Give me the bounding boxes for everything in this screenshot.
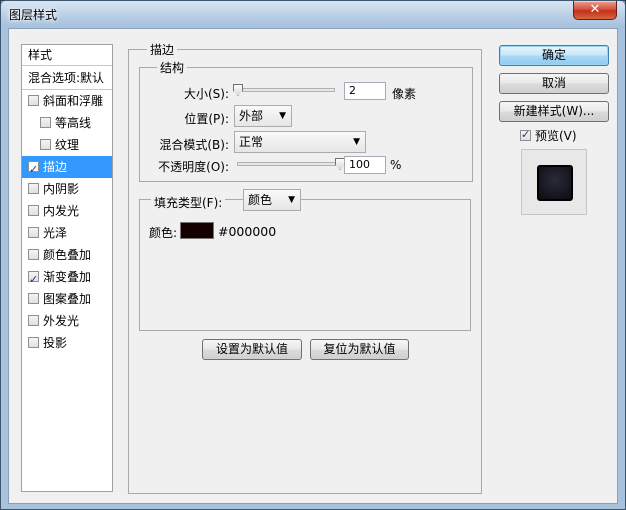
style-item-label: 内发光 [43, 204, 80, 218]
new-style-button[interactable]: 新建样式(W)... [499, 101, 609, 122]
checkbox-icon[interactable] [40, 117, 51, 128]
color-label: 颜色: [149, 226, 178, 240]
style-item-label: 渐变叠加 [43, 270, 92, 284]
chevron-down-icon: ▼ [353, 137, 360, 147]
close-icon: ✕ [589, 2, 601, 17]
fill-type-select[interactable]: 颜色 ▼ [243, 189, 301, 211]
style-item[interactable]: 图案叠加 [22, 288, 112, 310]
size-slider-track[interactable] [237, 88, 335, 92]
style-item[interactable]: 描边 [22, 156, 112, 181]
checkbox-icon[interactable] [28, 269, 39, 291]
preview-label: 预览(V) [535, 129, 577, 143]
blend-mode-label: 混合模式(B): [159, 138, 229, 152]
fill-type-label: 填充类型(F): [151, 194, 226, 211]
checkbox-icon[interactable] [40, 139, 51, 150]
style-item[interactable]: 纹理 [22, 134, 112, 156]
style-item[interactable]: 光泽 [22, 222, 112, 244]
style-item[interactable]: 颜色叠加 [22, 244, 112, 266]
style-item-label: 颜色叠加 [43, 248, 92, 262]
checkbox-icon[interactable] [28, 205, 39, 216]
cancel-button[interactable]: 取消 [499, 73, 609, 94]
checkbox-icon[interactable] [28, 249, 39, 260]
style-item[interactable]: 投影 [22, 332, 112, 354]
position-label: 位置(P): [184, 112, 229, 126]
checkbox-icon[interactable] [520, 128, 531, 141]
layer-style-dialog: 图层样式 ✕ 样式 混合选项:默认 斜面和浮雕等高线纹理描边内阴影内发光光泽颜色… [0, 0, 626, 510]
checkbox-icon[interactable] [28, 227, 39, 238]
position-value: 外部 [239, 109, 264, 123]
opacity-slider-track[interactable] [237, 162, 339, 166]
style-item[interactable]: 等高线 [22, 112, 112, 134]
preview-thumbnail [537, 165, 573, 201]
styles-list: 样式 混合选项:默认 斜面和浮雕等高线纹理描边内阴影内发光光泽颜色叠加渐变叠加图… [21, 44, 113, 492]
title-bar[interactable]: 图层样式 ✕ [1, 1, 625, 27]
blend-mode-select[interactable]: 正常 ▼ [234, 131, 366, 153]
style-item-label: 图案叠加 [43, 292, 92, 306]
checkbox-icon[interactable] [28, 95, 39, 106]
reset-default-button[interactable]: 复位为默认值 [310, 339, 409, 360]
color-swatch[interactable] [180, 222, 214, 239]
dialog-body: 样式 混合选项:默认 斜面和浮雕等高线纹理描边内阴影内发光光泽颜色叠加渐变叠加图… [8, 28, 618, 504]
style-item-label: 内阴影 [43, 182, 80, 196]
opacity-unit: % [390, 158, 402, 172]
style-item-label: 投影 [43, 336, 68, 350]
fill-group [139, 199, 471, 331]
blend-mode-value: 正常 [239, 135, 264, 149]
preview-checkbox[interactable]: 预览(V) [520, 127, 577, 144]
size-input[interactable]: 2 [344, 82, 386, 100]
ok-button[interactable]: 确定 [499, 45, 609, 66]
style-item-label: 斜面和浮雕 [43, 94, 104, 108]
style-item[interactable]: 内发光 [22, 200, 112, 222]
style-item-label: 外发光 [43, 314, 80, 328]
checkbox-icon[interactable] [28, 159, 39, 181]
style-item-label: 等高线 [55, 116, 92, 130]
opacity-label: 不透明度(O): [158, 160, 229, 174]
blending-options-item[interactable]: 混合选项:默认 [22, 66, 112, 90]
style-item-label: 光泽 [43, 226, 68, 240]
checkbox-icon[interactable] [28, 315, 39, 326]
size-unit: 像素 [392, 87, 417, 101]
set-default-button[interactable]: 设置为默认值 [202, 339, 302, 360]
checkbox-icon[interactable] [28, 337, 39, 348]
chevron-down-icon: ▼ [279, 111, 286, 121]
style-preview [521, 149, 587, 215]
checkbox-icon[interactable] [28, 183, 39, 194]
style-item[interactable]: 渐变叠加 [22, 266, 112, 291]
style-item-label: 描边 [43, 160, 68, 174]
window-title: 图层样式 [9, 8, 58, 22]
structure-group-title: 结构 [157, 59, 188, 76]
position-select[interactable]: 外部 ▼ [234, 105, 292, 127]
style-item[interactable]: 内阴影 [22, 178, 112, 200]
style-item[interactable]: 斜面和浮雕 [22, 90, 112, 112]
stroke-group-title: 描边 [147, 41, 178, 58]
chevron-down-icon: ▼ [288, 195, 295, 205]
color-hex: #000000 [218, 224, 277, 239]
styles-header[interactable]: 样式 [22, 45, 112, 66]
opacity-input[interactable]: 100 [344, 156, 386, 174]
checkbox-icon[interactable] [28, 293, 39, 304]
style-item[interactable]: 外发光 [22, 310, 112, 332]
fill-type-value: 颜色 [248, 193, 273, 207]
style-item-label: 纹理 [55, 138, 80, 152]
close-button[interactable]: ✕ [573, 1, 617, 20]
size-label: 大小(S): [183, 87, 229, 101]
